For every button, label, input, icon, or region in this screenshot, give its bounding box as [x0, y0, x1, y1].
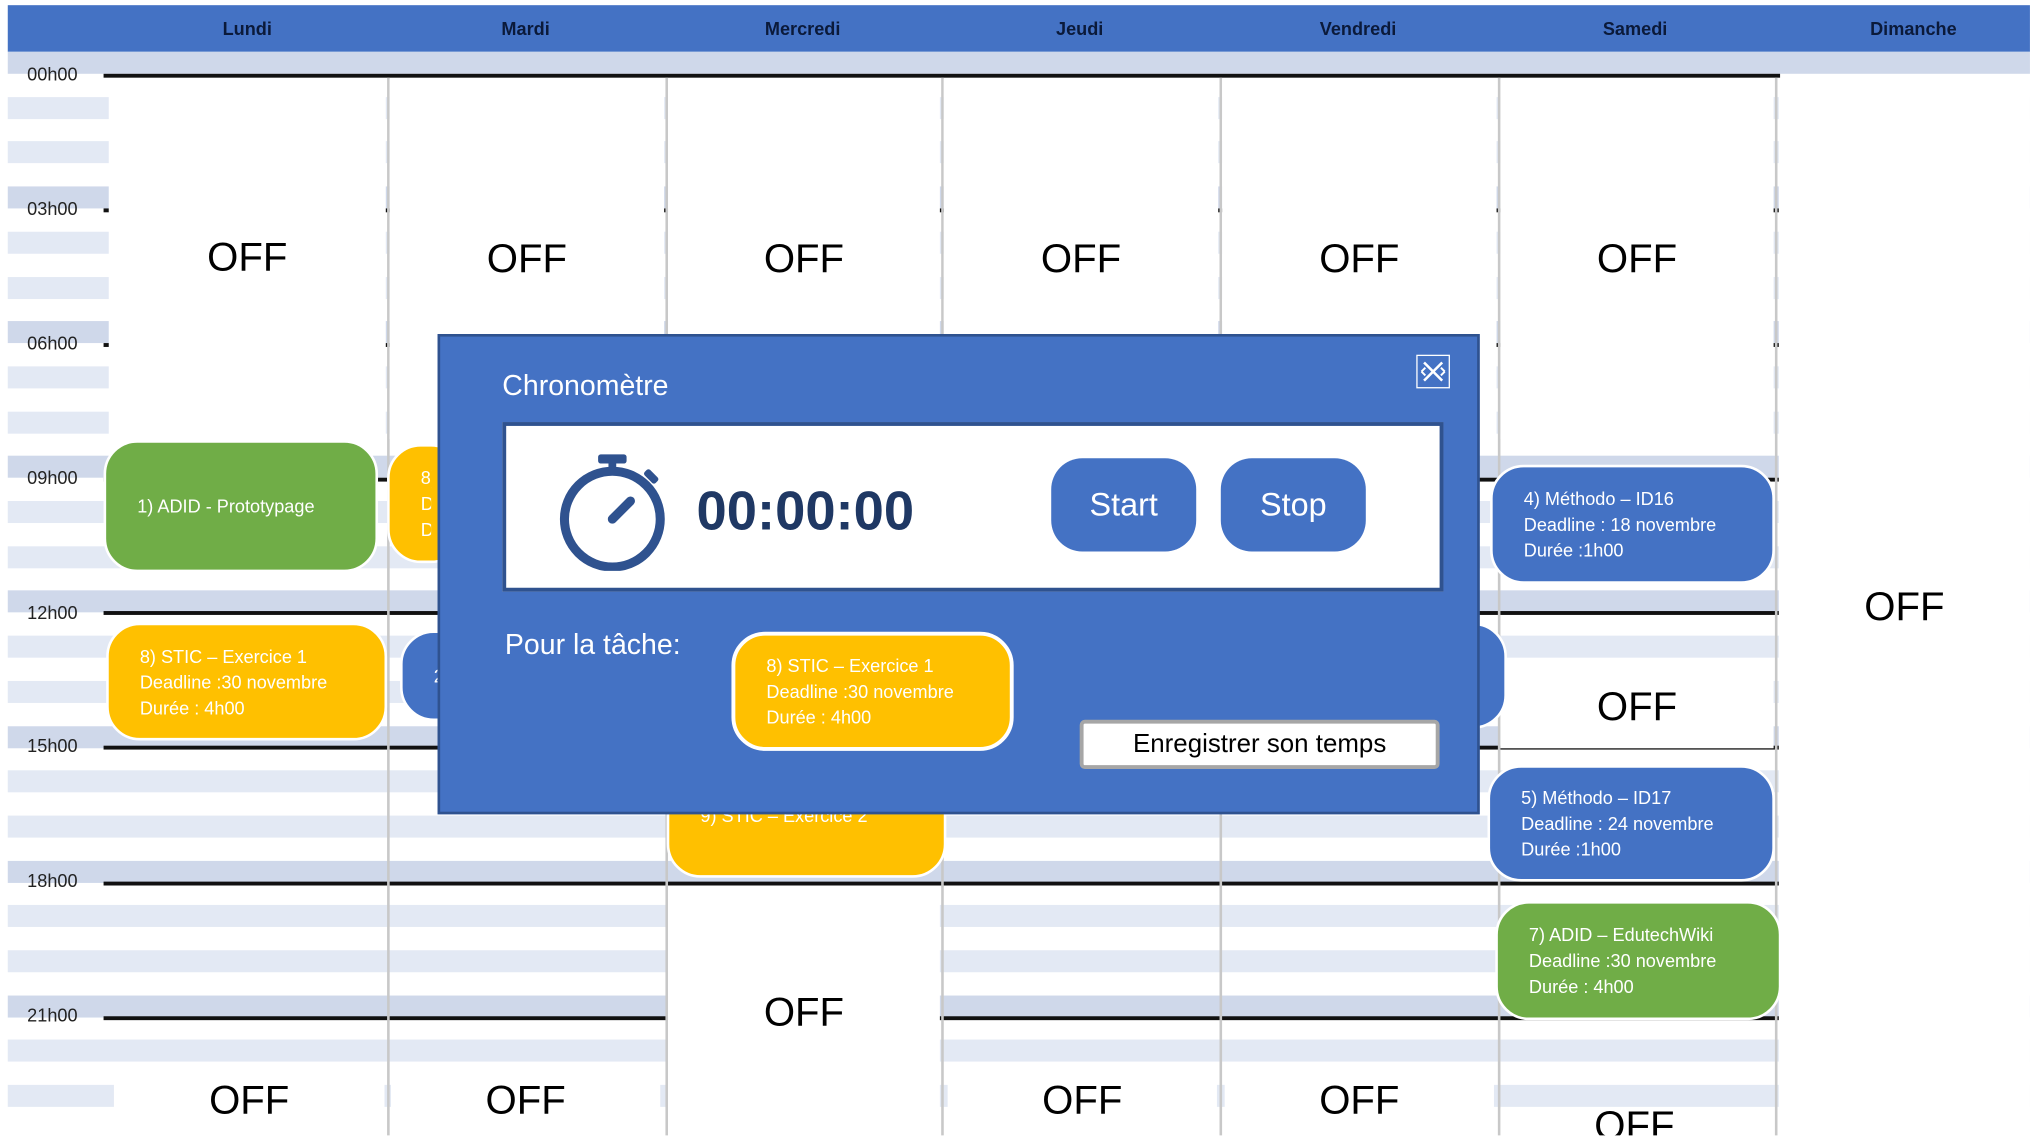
off-block-samedi-midday: OFF — [1500, 665, 1774, 749]
day-header-lundi: Lundi — [222, 18, 272, 39]
off-label: OFF — [1319, 1076, 1400, 1122]
hour-label-00h: 00h00 — [27, 63, 78, 85]
day-header-dimanche: Dimanche — [1870, 18, 1957, 39]
hour-label-03h: 03h00 — [27, 198, 78, 219]
task-card-stic-exercice-1[interactable]: 8) STIC – Exercice 1 Deadline :30 novemb… — [106, 622, 388, 741]
task-duration: Durée :1h00 — [1523, 539, 1624, 561]
off-label: OFF — [1040, 235, 1122, 281]
off-block-samedi-night: OFF — [1500, 78, 1774, 439]
stopwatch-icon — [559, 454, 665, 571]
day-header-jeudi: Jeudi — [1056, 18, 1104, 39]
task-card-adid-edutechwiki[interactable]: 7) ADID – EdutechWiki Deadline :30 novem… — [1495, 901, 1782, 1021]
off-label: OFF — [485, 1076, 566, 1122]
hour-label-15h: 15h00 — [27, 735, 78, 757]
timer-panel: 00:00:00 Start Stop — [502, 422, 1444, 592]
row-band — [7, 51, 2030, 74]
day-header-mercredi: Mercredi — [764, 18, 841, 39]
task-duration: Du — [421, 517, 431, 543]
off-label: OFF — [1596, 235, 1678, 281]
day-header-vendredi: Vendredi — [1319, 18, 1397, 39]
hour-label-12h: 12h00 — [27, 601, 78, 623]
off-block-lundi-late: OFF — [113, 1064, 385, 1136]
task-card-adid-prototypage[interactable]: 1) ADID - Prototypage — [103, 440, 379, 573]
hour-label-18h: 18h00 — [27, 869, 78, 891]
save-time-button[interactable]: Enregistrer son temps — [1079, 719, 1440, 769]
task-duration: Durée : 4h00 — [1528, 976, 1634, 997]
row-band — [7, 1040, 2030, 1063]
task-title: 5) Méthodo – ID17 — [1521, 787, 1672, 808]
off-label: OFF — [763, 235, 845, 281]
hour-label-21h: 21h00 — [27, 1004, 78, 1026]
day-header-samedi: Samedi — [1602, 18, 1668, 39]
off-block-lundi-night: OFF — [108, 78, 386, 439]
off-block-jeudi-late: OFF — [947, 1064, 1217, 1136]
task-duration: Durée : 4h00 — [139, 697, 245, 718]
task-title: 1) ADID - Prototypage — [137, 495, 315, 517]
close-icon — [1420, 361, 1446, 382]
task-title: 8) — [420, 467, 431, 489]
chronometer-dialog: Chronomètre 00:00:00 Start Stop Pour la … — [437, 334, 1480, 815]
stop-button[interactable]: Stop — [1220, 458, 1366, 552]
task-card-methodo-id17[interactable]: 5) Méthodo – ID17 Deadline : 24 novembre… — [1487, 765, 1775, 882]
task-deadline: Deadline :30 novembre — [1528, 950, 1717, 971]
task-duration: Durée :1h00 — [1521, 838, 1621, 860]
task-deadline: De — [421, 491, 431, 517]
hour-label-06h: 06h00 — [27, 332, 78, 354]
off-label: OFF — [1596, 683, 1678, 729]
selected-task-card[interactable]: 8) STIC – Exercice 1 Deadline :30 novemb… — [731, 631, 1014, 751]
off-label: OFF — [1319, 235, 1400, 281]
off-block-vendredi-late: OFF — [1224, 1064, 1494, 1136]
task-title: 7) ADID – EdutechWiki — [1528, 924, 1714, 946]
off-block-dimanche: OFF — [1778, 78, 2030, 1136]
task-title: 8) STIC – Exercice 1 — [139, 645, 308, 667]
dialog-title: Chronomètre — [502, 368, 669, 402]
off-label: OFF — [1864, 583, 1945, 630]
task-deadline: Deadline : 18 novembre — [1523, 513, 1717, 535]
task-title: 8) STIC – Exercice 1 — [766, 655, 934, 676]
off-label: OFF — [1594, 1108, 1675, 1136]
start-button[interactable]: Start — [1051, 458, 1197, 552]
task-card-methodo-id16[interactable]: 4) Méthodo – ID16 Deadline : 18 novembre… — [1490, 464, 1775, 584]
calendar-canvas: Lundi Mardi Mercredi Jeudi Vendredi Same… — [0, 0, 2030, 1136]
off-label: OFF — [763, 988, 845, 1034]
close-button[interactable] — [1416, 354, 1450, 389]
task-deadline: Deadline : 24 novembre — [1521, 813, 1714, 834]
off-label: OFF — [486, 235, 568, 281]
task-title: 4) Méthodo – ID16 — [1523, 488, 1674, 509]
off-block-mercredi-evening: OFF — [668, 888, 940, 1136]
task-deadline: Deadline :30 novembre — [766, 680, 954, 702]
task-duration: Durée : 4h00 — [766, 706, 872, 728]
task-deadline: Deadline :30 novembre — [139, 671, 328, 692]
off-label: OFF — [207, 234, 288, 280]
off-block-mardi-late: OFF — [390, 1064, 661, 1136]
off-label: OFF — [1042, 1076, 1123, 1122]
day-header-mardi: Mardi — [501, 18, 550, 39]
off-block-samedi-late: OFF — [1500, 1108, 1769, 1136]
for-task-label: Pour la tâche: — [504, 627, 681, 661]
elapsed-time-display: 00:00:00 — [696, 480, 915, 542]
off-label: OFF — [209, 1076, 290, 1122]
hour-label-09h: 09h00 — [27, 467, 78, 489]
